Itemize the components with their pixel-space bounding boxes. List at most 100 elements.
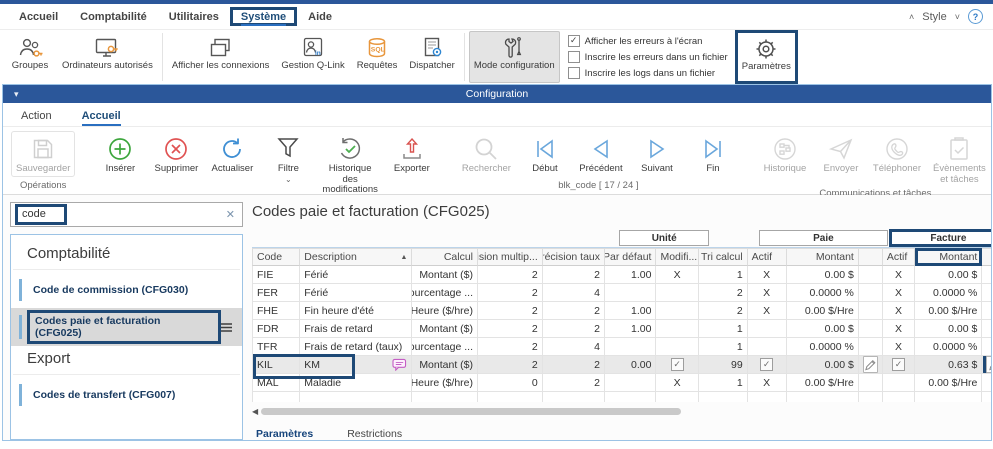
column-header-actif[interactable]: Actif (748, 248, 787, 266)
inserer-button[interactable]: Insérer (93, 131, 147, 177)
column-header-edit[interactable] (982, 248, 991, 266)
actualiser-button[interactable]: Actualiser (205, 131, 259, 177)
comment-icon[interactable] (392, 358, 407, 371)
window-tab-accueil[interactable]: Accueil (82, 110, 121, 126)
table-row-FER[interactable]: FERFériéPourcentage ...242X0.0000 %X0.00… (252, 284, 991, 302)
cell-value: Montant ($) (419, 269, 473, 281)
fin-button[interactable]: Fin (686, 131, 740, 177)
afficher-les-connexions-button[interactable]: Afficher les connexions (167, 31, 275, 83)
help-icon[interactable]: ? (968, 9, 983, 24)
nav-prev-icon (589, 137, 613, 161)
detail-tab-restrictions[interactable]: Restrictions (345, 425, 404, 440)
cell-montant: 0.00 $ (915, 266, 982, 284)
column-header-precision-taux[interactable]: Précision taux (543, 248, 605, 266)
groupes-button[interactable]: Groupes (5, 31, 55, 83)
sidebar-item-code-de-commission-cfg030[interactable]: Code de commission (CFG030) (11, 272, 242, 308)
chevron-down-icon[interactable]: ˅ (955, 12, 960, 22)
envoyer-button[interactable]: Envoyer (814, 131, 868, 177)
cell-code: MAL (252, 374, 300, 392)
checked-checkbox[interactable]: ✓ (892, 358, 905, 371)
hamburger-icon[interactable] (221, 323, 232, 332)
cell-tri-calcul: 2 (699, 284, 748, 302)
table-row-KIL[interactable]: KILKMMontant ($)220.00✓99✓0.00 $✓0.63 $ (252, 356, 991, 374)
column-header-precision-multip[interactable]: Précision multip... (478, 248, 543, 266)
table-row-FDR[interactable]: FDRFrais de retardMontant ($)221.0010.00… (252, 320, 991, 338)
precedent-button[interactable]: Précédent (574, 131, 628, 177)
dispatcher-button[interactable]: Dispatcher (404, 31, 459, 83)
column-header-label: Code (257, 251, 282, 263)
checkbox-afficher-les-erreurs-a-l-ecran[interactable]: ✓Afficher les erreurs à l'écran (568, 35, 728, 47)
menu-tab-aide[interactable]: Aide (297, 7, 343, 26)
checkbox-inscrire-les-logs-dans-un-fichier[interactable]: Inscrire les logs dans un fichier (568, 67, 728, 79)
ordinateurs-autorises-button[interactable]: Ordinateurs autorisés (57, 31, 158, 83)
checkbox-box[interactable] (568, 67, 580, 79)
horizontal-scrollbar[interactable]: ◀ (252, 405, 991, 417)
cell-precision-taux: 4 (543, 284, 605, 302)
detail-tab-parametres[interactable]: Paramètres (254, 425, 315, 440)
filtre-button[interactable]: Filtre⌄ (261, 131, 315, 187)
column-header-code[interactable]: Code (252, 248, 300, 266)
menu-tab-comptabilite[interactable]: Comptabilité (69, 7, 158, 26)
historique-des-modifications-button[interactable]: Historique des modifications (317, 131, 382, 198)
section-title-comptabilite: Comptabilité (13, 241, 240, 270)
column-header-description[interactable]: Description▲ (300, 248, 412, 266)
rechercher-button[interactable]: Rechercher (457, 131, 516, 177)
sidebar-item-codes-paie-et-facturation-cfg025[interactable]: Codes paie et facturation (CFG025) (11, 308, 242, 346)
cell-actif: X (748, 374, 787, 392)
parametres-button[interactable]: Paramètres (735, 30, 798, 84)
checkbox-inscrire-les-erreurs-dans-un-fichier[interactable]: Inscrire les erreurs dans un fichier (568, 51, 728, 63)
column-header-edit[interactable] (859, 248, 883, 266)
column-header-actif[interactable]: Actif (883, 248, 915, 266)
exporter-button[interactable]: Exporter (385, 131, 439, 177)
checkbox-box[interactable]: ✓ (568, 35, 580, 47)
table-row-TFR[interactable]: TFRFrais de retard (taux)Pourcentage ...… (252, 338, 991, 356)
column-header-label: Actif (752, 251, 772, 263)
quick-access-icon[interactable]: ▾ (14, 89, 19, 100)
gear-icon (751, 34, 781, 64)
telephoner-button[interactable]: Téléphoner (870, 131, 924, 177)
checked-checkbox[interactable]: ✓ (671, 358, 684, 371)
column-header-par-defaut[interactable]: Par défaut (605, 248, 656, 266)
checked-checkbox[interactable]: ✓ (760, 358, 773, 371)
column-header-modifi[interactable]: Modifi... (656, 248, 698, 266)
suivant-button[interactable]: Suivant (630, 131, 684, 177)
debut-button[interactable]: Début (518, 131, 572, 177)
checkbox-box[interactable] (568, 51, 580, 63)
cell-actif (748, 320, 787, 338)
menu-tab-utilitaires[interactable]: Utilitaires (158, 7, 230, 26)
ribbon-group-communications-et-taches: HistoriqueEnvoyerTéléphonerÉvènements et… (752, 127, 993, 194)
gestion-q-link-button[interactable]: inGestion Q-Link (276, 31, 349, 83)
clear-x-icon[interactable]: ✕ (226, 208, 235, 221)
window-tab-action[interactable]: Action (21, 110, 52, 126)
chevron-down-icon[interactable]: ⌄ (285, 176, 292, 185)
cell-modifi (656, 320, 698, 338)
column-header-tri-calcul[interactable]: Tri calcul (699, 248, 748, 266)
requetes-button[interactable]: SQLRequêtes (352, 31, 403, 83)
column-header-montant[interactable]: Montant (787, 248, 859, 266)
historique-button[interactable]: Historique (758, 131, 812, 177)
nav-first-icon (533, 137, 557, 161)
table-row-FIE[interactable]: FIEFériéMontant ($)221.00X1X0.00 $X0.00 … (252, 266, 991, 284)
chevron-up-icon[interactable]: ˄ (909, 12, 914, 22)
table-row-FHE[interactable]: FHEFin heure d'étéHeure ($/hre)221.002X0… (252, 302, 991, 320)
table-row-MAL[interactable]: MALMaladieHeure ($/hre)02X1X0.00 $/Hre0.… (252, 374, 991, 392)
menu-tab-systeme[interactable]: Système (230, 7, 297, 26)
search-input[interactable]: code ✕ (10, 202, 243, 227)
edit-pencil-icon[interactable] (863, 356, 878, 373)
supprimer-button[interactable]: Supprimer (149, 131, 203, 177)
sauvegarder-button[interactable]: Sauvegarder (11, 131, 75, 177)
cell-value: 2 (532, 323, 538, 335)
column-header-montant[interactable]: Montant (915, 248, 982, 266)
cell-value: X (895, 287, 902, 299)
sidebar-item-codes-de-transfert-cfg007[interactable]: Codes de transfert (CFG007) (11, 377, 242, 413)
button-label: Actualiser (212, 164, 254, 175)
evenements-et-taches-button[interactable]: Évènements et tâches (926, 131, 993, 187)
scroll-left-icon[interactable]: ◀ (252, 407, 258, 416)
menu-tab-accueil[interactable]: Accueil (8, 7, 69, 26)
style-selector[interactable]: Style (922, 11, 946, 23)
cell-value: 2 (594, 269, 600, 281)
column-header-calcul[interactable]: Calcul (412, 248, 478, 266)
mode-configuration-button[interactable]: Mode configuration (469, 31, 560, 83)
edit-pencil-icon[interactable] (986, 356, 991, 373)
scrollbar-thumb[interactable] (261, 408, 681, 415)
